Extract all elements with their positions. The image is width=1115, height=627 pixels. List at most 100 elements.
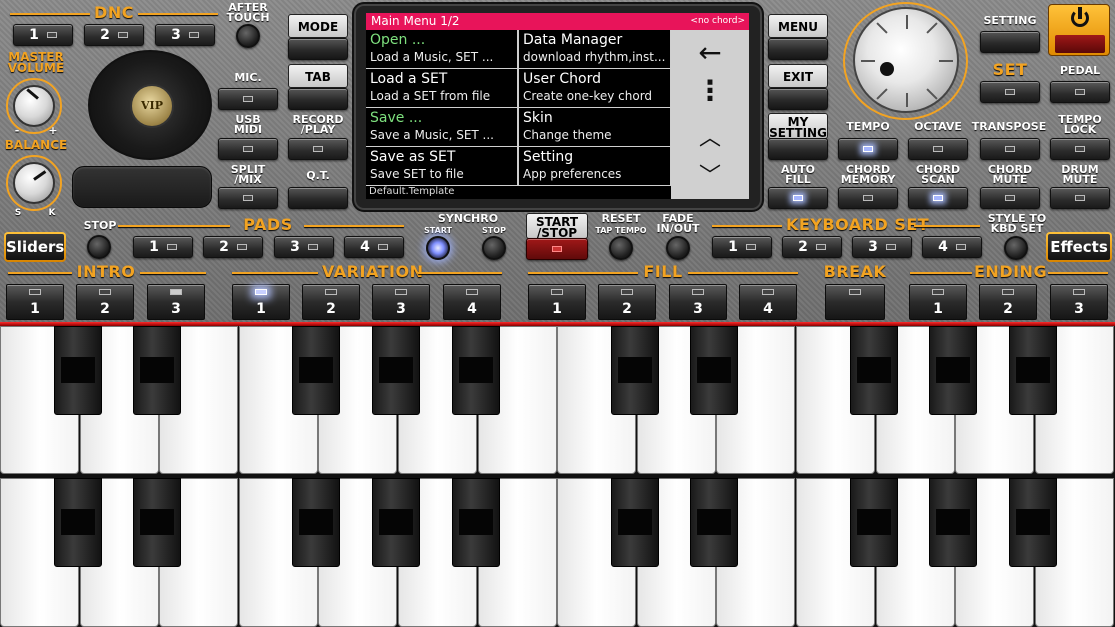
black-key[interactable]	[452, 478, 500, 567]
variation-button-3[interactable]: 3	[372, 284, 430, 320]
my-setting-button[interactable]	[768, 138, 828, 160]
exit-button[interactable]	[768, 88, 828, 110]
balance-knob[interactable]	[13, 162, 55, 204]
synchro-start-button[interactable]	[426, 236, 450, 260]
intro-button-1[interactable]: 1	[6, 284, 64, 320]
break-button[interactable]	[825, 284, 885, 320]
power-button[interactable]	[1048, 4, 1110, 56]
after-touch-label: AFTER TOUCH	[226, 1, 270, 24]
chord-memory-button[interactable]	[838, 187, 898, 209]
intro-button-2[interactable]: 2	[76, 284, 134, 320]
fade-button[interactable]	[666, 236, 690, 260]
menu-item-skin[interactable]: Skin Change theme	[519, 108, 670, 146]
record-play-button[interactable]	[288, 138, 348, 160]
usb-midi-button[interactable]	[218, 138, 278, 160]
split-mix-button[interactable]	[218, 187, 278, 209]
dnc-button-3[interactable]: 3	[155, 24, 215, 46]
pad-button-3[interactable]: 3	[274, 236, 334, 258]
black-key[interactable]	[690, 326, 738, 415]
start-stop-button[interactable]	[526, 238, 588, 260]
chord-mute-button[interactable]	[980, 187, 1040, 209]
fill-button-4-label: 4	[763, 301, 773, 317]
fill-button-3[interactable]: 3	[669, 284, 727, 320]
fill-button-2[interactable]: 2	[598, 284, 656, 320]
effects-button[interactable]: Effects	[1046, 232, 1112, 262]
mic-button[interactable]	[218, 88, 278, 110]
menu-item-save[interactable]: Save ... Save a Music, SET ...	[366, 108, 517, 146]
data-dial[interactable]	[853, 7, 959, 113]
pad-button-1[interactable]: 1	[133, 236, 193, 258]
black-key[interactable]	[611, 478, 659, 567]
master-volume-knob[interactable]	[13, 85, 55, 127]
ending-button-3[interactable]: 3	[1050, 284, 1108, 320]
black-key[interactable]	[372, 326, 420, 415]
black-key[interactable]	[292, 326, 340, 415]
black-key[interactable]	[1009, 326, 1057, 415]
dnc-button-2[interactable]: 2	[84, 24, 144, 46]
chevron-up-icon[interactable]: ︿	[671, 120, 749, 152]
pad-button-4[interactable]: 4	[344, 236, 404, 258]
menu-item-save-as-set[interactable]: Save as SET Save SET to file	[366, 147, 517, 185]
black-key[interactable]	[690, 478, 738, 567]
black-key[interactable]	[133, 326, 181, 415]
qt-label: Q.T.	[306, 169, 330, 182]
black-key[interactable]	[292, 478, 340, 567]
pads-stop-button[interactable]	[87, 235, 111, 259]
ending-button-1[interactable]: 1	[909, 284, 967, 320]
variation-button-4[interactable]: 4	[443, 284, 501, 320]
sliders-button[interactable]: Sliders	[4, 232, 66, 262]
tab-button[interactable]	[288, 88, 348, 110]
qt-button[interactable]	[288, 187, 348, 209]
fill-button-1[interactable]: 1	[528, 284, 586, 320]
synchro-stop-button[interactable]	[482, 236, 506, 260]
kbd-set-button-3[interactable]: 3	[852, 236, 912, 258]
menu-item-user-chord[interactable]: User Chord Create one-key chord	[519, 69, 670, 107]
black-key[interactable]	[54, 478, 102, 567]
tempo-lock-button[interactable]	[1050, 138, 1110, 160]
black-key[interactable]	[1009, 478, 1057, 567]
after-touch-button[interactable]	[236, 24, 260, 48]
tempo-button[interactable]	[838, 138, 898, 160]
drum-mute-button[interactable]	[1050, 187, 1110, 209]
reset-button[interactable]	[609, 236, 633, 260]
menu-item-setting[interactable]: Setting App preferences	[519, 147, 670, 185]
kbd-set-button-2[interactable]: 2	[782, 236, 842, 258]
more-vert-icon[interactable]: ⋮	[671, 74, 749, 107]
black-key[interactable]	[452, 326, 500, 415]
menu-item-data-manager[interactable]: Data Manager download rhythm,inst...	[519, 30, 670, 68]
octave-button[interactable]	[908, 138, 968, 160]
black-key[interactable]	[850, 478, 898, 567]
menu-button[interactable]	[768, 38, 828, 60]
menu-item-load-set[interactable]: Load a SET Load a SET from file	[366, 69, 517, 107]
mode-button[interactable]	[288, 38, 348, 60]
pitch-bar[interactable]	[72, 166, 212, 208]
black-key[interactable]	[850, 326, 898, 415]
pedal-button[interactable]	[1050, 81, 1110, 103]
vip-wheel[interactable]: VIP	[88, 50, 212, 160]
fill-button-4[interactable]: 4	[739, 284, 797, 320]
black-key[interactable]	[929, 478, 977, 567]
menu-item-open[interactable]: Open ... Load a Music, SET ...	[366, 30, 517, 68]
transpose-button[interactable]	[980, 138, 1040, 160]
black-key[interactable]	[929, 326, 977, 415]
intro-button-3[interactable]: 3	[147, 284, 205, 320]
variation-button-1[interactable]: 1	[232, 284, 290, 320]
kbd-set-button-1[interactable]: 1	[712, 236, 772, 258]
kbd-set-button-4[interactable]: 4	[922, 236, 982, 258]
chord-scan-button[interactable]	[908, 187, 968, 209]
setting-button[interactable]	[980, 31, 1040, 53]
ending-button-2[interactable]: 2	[979, 284, 1037, 320]
style-to-kbd-button[interactable]	[1004, 236, 1028, 260]
dnc-button-1[interactable]: 1	[13, 24, 73, 46]
chevron-down-icon[interactable]: ﹀	[671, 158, 749, 190]
back-arrow-icon[interactable]: ←	[671, 36, 749, 69]
set-button[interactable]	[980, 81, 1040, 103]
kbd-set-line-right	[914, 225, 980, 227]
pad-button-2[interactable]: 2	[203, 236, 263, 258]
black-key[interactable]	[54, 326, 102, 415]
variation-button-2[interactable]: 2	[302, 284, 360, 320]
black-key[interactable]	[611, 326, 659, 415]
black-key[interactable]	[372, 478, 420, 567]
black-key[interactable]	[133, 478, 181, 567]
auto-fill-button[interactable]	[768, 187, 828, 209]
